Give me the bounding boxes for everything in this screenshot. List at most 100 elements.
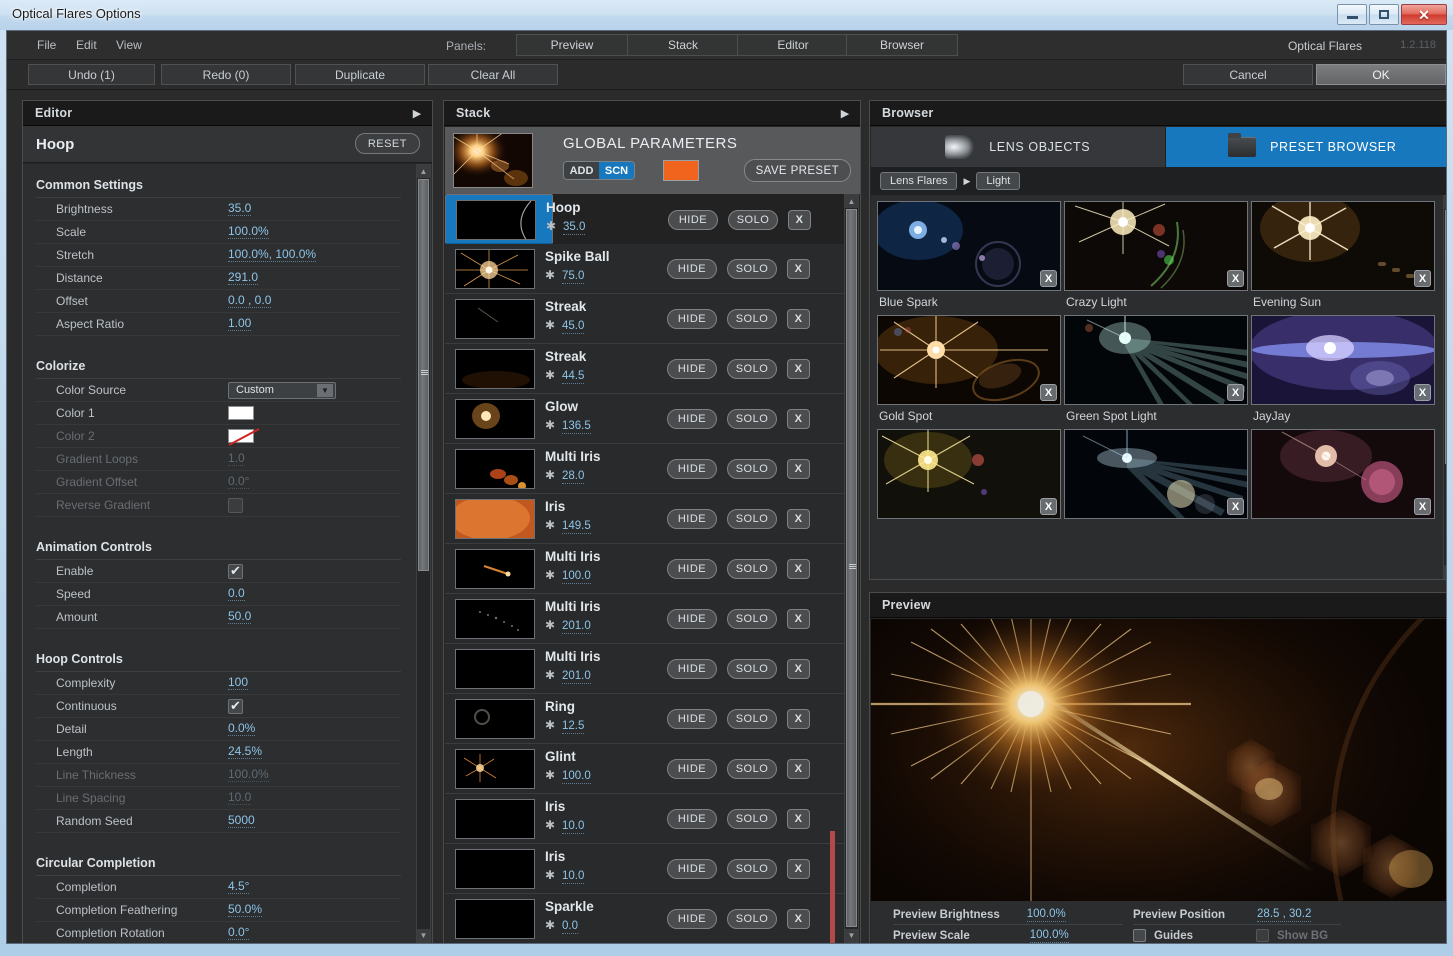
preset-cell[interactable]: XGreen Spot Light [1064,315,1250,423]
stack-item[interactable]: Spike Ball✱75.0HIDESOLOX [445,244,844,294]
preset-thumbnail[interactable]: X [877,201,1061,291]
stack-item-thumbnail[interactable] [455,549,535,589]
hide-button[interactable]: HIDE [667,659,717,679]
preset-remove-button[interactable]: X [1227,384,1244,401]
clear-all-button[interactable]: Clear All [428,64,558,85]
solo-button[interactable]: SOLO [728,210,778,230]
preset-remove-button[interactable]: X [1040,384,1057,401]
offset-value[interactable]: 0.0 , 0.0 [228,294,271,308]
tab-browser[interactable]: Browser [846,34,958,56]
stack-item-thumbnail[interactable] [455,349,535,389]
stack-item[interactable]: Hoop✱35.0HIDESOLOX [445,194,553,244]
stack-item[interactable]: Multi Iris✱201.0HIDESOLOX [445,594,844,644]
hide-button[interactable]: HIDE [667,509,717,529]
hide-button[interactable]: HIDE [667,609,717,629]
stack-item-thumbnail[interactable] [455,249,535,289]
remove-button[interactable]: X [787,359,810,379]
preset-cell[interactable]: XGold Spot [877,315,1063,423]
remove-button[interactable]: X [787,659,810,679]
gradient-offset-value[interactable]: 0.0° [228,475,249,489]
guides-checkbox[interactable] [1133,929,1146,942]
preset-remove-button[interactable]: X [1227,498,1244,515]
preview-position-value[interactable]: 28.5 , 30.2 [1257,908,1311,922]
stack-item-thumbnail[interactable] [455,499,535,539]
preset-remove-button[interactable]: X [1414,270,1431,287]
preset-thumbnail[interactable]: X [1064,429,1248,519]
remove-button[interactable]: X [787,409,810,429]
add-scn-toggle[interactable]: ADD SCN [563,161,635,180]
preset-remove-button[interactable]: X [1227,270,1244,287]
redo-button[interactable]: Redo (0) [161,64,291,85]
duplicate-button[interactable]: Duplicate [295,64,425,85]
line-thickness-value[interactable]: 100.0% [228,768,269,782]
preset-thumbnail[interactable]: X [1251,201,1435,291]
stack-item[interactable]: Iris✱149.5HIDESOLOX [445,494,844,544]
showbg-row[interactable]: Show BG [1256,925,1328,944]
remove-button[interactable]: X [787,309,810,329]
cancel-button[interactable]: Cancel [1183,64,1313,85]
stack-item-brightness[interactable]: 100.0 [562,570,591,584]
hide-button[interactable]: HIDE [667,809,717,829]
remove-button[interactable]: X [787,559,810,579]
browser-scroll-thumb[interactable] [1445,210,1447,464]
breadcrumb-light[interactable]: Light [976,172,1020,190]
scn-segment[interactable]: SCN [599,162,634,179]
stack-item-brightness[interactable]: 0.0 [562,920,578,934]
stack-scrollbar[interactable]: ▲ ▼ [844,194,859,943]
hide-button[interactable]: HIDE [668,210,718,230]
random-seed-value[interactable]: 5000 [228,814,255,828]
remove-button[interactable]: X [787,459,810,479]
remove-button[interactable]: X [787,759,810,779]
speed-value[interactable]: 0.0 [228,587,245,601]
stack-item-brightness[interactable]: 12.5 [562,720,584,734]
hide-button[interactable]: HIDE [667,859,717,879]
remove-button[interactable]: X [787,859,810,879]
remove-button[interactable]: X [787,259,810,279]
preset-remove-button[interactable]: X [1040,498,1057,515]
stack-item-thumbnail[interactable] [455,449,535,489]
preset-thumbnail[interactable]: X [1251,315,1435,405]
maximize-button[interactable] [1369,4,1399,25]
color-2-swatch[interactable] [228,429,254,443]
continuous-checkbox[interactable] [228,699,243,714]
minimize-button[interactable] [1337,4,1367,25]
solo-button[interactable]: SOLO [727,509,777,529]
hide-button[interactable]: HIDE [667,309,717,329]
stack-item-brightness[interactable]: 100.0 [562,770,591,784]
gradient-loops-value[interactable]: 1.0 [228,452,245,466]
brightness-value[interactable]: 35.0 [228,202,251,216]
preset-thumbnail[interactable]: X [1251,429,1435,519]
scroll-up-icon[interactable]: ▲ [1444,196,1447,209]
amount-value[interactable]: 50.0 [228,610,251,624]
scroll-up-icon[interactable]: ▲ [417,165,430,178]
distance-value[interactable]: 291.0 [228,271,258,285]
preset-thumbnail[interactable]: X [877,429,1061,519]
preset-remove-button[interactable]: X [1040,270,1057,287]
solo-button[interactable]: SOLO [727,859,777,879]
complexity-value[interactable]: 100 [228,676,248,690]
solo-button[interactable]: SOLO [727,259,777,279]
scroll-down-icon[interactable]: ▼ [417,929,430,942]
guides-row[interactable]: Guides [1133,925,1193,944]
aspect-ratio-value[interactable]: 1.00 [228,317,251,331]
solo-button[interactable]: SOLO [727,459,777,479]
preset-cell[interactable]: X [1064,429,1250,537]
hide-button[interactable]: HIDE [667,409,717,429]
stack-item-thumbnail[interactable] [455,799,535,839]
preset-cell[interactable]: XEvening Sun [1251,201,1437,309]
scroll-down-icon[interactable]: ▼ [1444,565,1447,578]
stack-item-brightness[interactable]: 35.0 [563,221,585,235]
completion-value[interactable]: 4.5° [228,880,249,894]
preset-cell[interactable]: XBlue Spark [877,201,1063,309]
remove-button[interactable]: X [787,809,810,829]
scroll-up-icon[interactable]: ▲ [845,195,858,208]
stack-item-brightness[interactable]: 75.0 [562,270,584,284]
preview-brightness-value[interactable]: 100.0% [1027,908,1066,922]
hide-button[interactable]: HIDE [667,259,717,279]
stack-item[interactable]: Multi Iris✱100.0HIDESOLOX [445,544,844,594]
stack-item-thumbnail[interactable] [455,399,535,439]
ok-button[interactable]: OK [1316,64,1446,85]
preset-thumbnail[interactable]: X [1064,315,1248,405]
stack-item-brightness[interactable]: 10.0 [562,870,584,884]
stack-item[interactable]: Streak✱45.0HIDESOLOX [445,294,844,344]
